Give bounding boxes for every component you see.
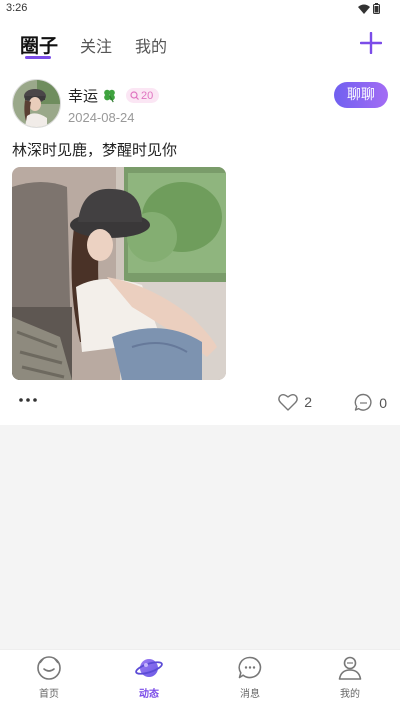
post-text: 林深时见鹿，梦醒时见你 — [12, 141, 178, 159]
status-bar: 3:26 — [0, 0, 400, 18]
status-time: 3:26 — [6, 2, 28, 14]
comment-icon[interactable] — [354, 393, 373, 412]
person-icon — [338, 656, 362, 680]
nav-messages[interactable]: 消息 — [220, 655, 280, 700]
planet-icon — [135, 659, 163, 677]
level-icon — [130, 91, 139, 100]
message-icon — [238, 656, 262, 679]
username-row: 幸运 20 — [68, 85, 160, 106]
level-value: 20 — [141, 89, 154, 102]
clover-icon — [104, 89, 115, 103]
header: 圈子 关注 我的 — [0, 18, 400, 72]
home-icon — [37, 656, 61, 680]
post-card: 幸运 20 2024-08-24 聊聊 林深时见鹿，梦醒时见你 2 0 — [0, 72, 400, 425]
tab-mine[interactable]: 我的 — [135, 33, 167, 57]
like-group[interactable]: 2 — [278, 393, 312, 411]
nav-home[interactable]: 首页 — [19, 655, 79, 700]
like-count: 2 — [304, 394, 312, 410]
plus-icon[interactable] — [360, 32, 382, 54]
wifi-icon — [358, 4, 370, 14]
post-date: 2024-08-24 — [68, 110, 135, 125]
post-image[interactable] — [12, 167, 226, 380]
nav-messages-label: 消息 — [240, 689, 260, 700]
avatar[interactable] — [12, 79, 61, 128]
nav-me-label: 我的 — [340, 689, 360, 700]
comment-count: 0 — [379, 394, 387, 411]
nav-home-label: 首页 — [39, 689, 59, 700]
chat-button[interactable]: 聊聊 — [334, 82, 388, 108]
level-badge: 20 — [126, 88, 160, 103]
comment-group[interactable]: 0 — [354, 393, 387, 412]
tab-circle[interactable]: 圈子 — [20, 31, 58, 58]
active-tab-indicator — [25, 56, 51, 59]
nav-feed[interactable]: 动态 — [119, 655, 179, 700]
more-icon[interactable] — [18, 397, 38, 403]
nav-feed-label: 动态 — [139, 689, 159, 700]
username[interactable]: 幸运 — [68, 85, 98, 106]
nav-me[interactable]: 我的 — [320, 655, 380, 700]
heart-icon[interactable] — [278, 393, 299, 411]
tab-follow[interactable]: 关注 — [80, 33, 112, 57]
bottom-nav: 首页 动态 消息 我的 — [0, 649, 400, 711]
battery-icon — [373, 3, 380, 14]
